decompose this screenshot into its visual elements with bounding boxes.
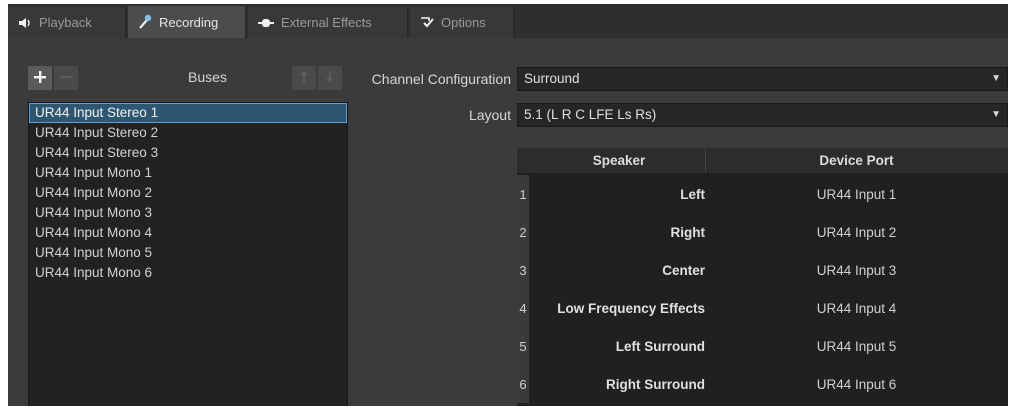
dropdown-arrow-icon: ▼: [991, 109, 1001, 120]
tab-playback-label: Playback: [39, 15, 92, 30]
tab-recording-label: Recording: [159, 14, 219, 30]
move-bus-up-button[interactable]: [292, 66, 316, 90]
bus-item-mono-4[interactable]: UR44 Input Mono 4: [29, 223, 347, 243]
channel-configuration-value: Surround: [524, 71, 580, 86]
speaker-name: Left: [680, 186, 705, 202]
arrow-up-icon: [299, 70, 309, 87]
tab-options-label: Options: [441, 15, 486, 30]
plug-icon: [258, 18, 274, 28]
bus-item-mono-1[interactable]: UR44 Input Mono 1: [29, 163, 347, 183]
bus-item-mono-3[interactable]: UR44 Input Mono 3: [29, 203, 347, 223]
table-row[interactable]: 1 Left UR44 Input 1: [517, 175, 1008, 213]
row-number: 5: [517, 327, 529, 365]
table-row[interactable]: 6 Right Surround UR44 Input 6: [517, 365, 1008, 403]
remove-bus-button[interactable]: [54, 66, 78, 90]
speaker-icon: [18, 17, 32, 29]
add-bus-button[interactable]: [28, 66, 52, 90]
table-header: Speaker Device Port: [517, 148, 1008, 173]
device-port[interactable]: UR44 Input 5: [705, 327, 1008, 365]
arrow-down-icon: [325, 70, 335, 87]
tab-external-effects[interactable]: External Effects: [248, 7, 408, 38]
channel-configuration-dropdown[interactable]: Surround ▼: [517, 67, 1008, 91]
device-port-column-header[interactable]: Device Port: [705, 148, 1008, 173]
tab-bar: Playback Recording External Effects Opti…: [8, 4, 1008, 38]
buses-label: Buses: [188, 69, 227, 85]
bus-item-mono-5[interactable]: UR44 Input Mono 5: [29, 243, 347, 263]
row-number: 1: [517, 175, 529, 213]
checkmark-icon: [420, 16, 434, 29]
layout-value: 5.1 (L R C LFE Ls Rs): [524, 107, 657, 122]
row-number: 3: [517, 251, 529, 289]
speaker-name: Left Surround: [615, 338, 705, 354]
plus-icon: [33, 70, 47, 87]
speaker-name: Right: [670, 224, 706, 240]
bus-item-stereo-1[interactable]: UR44 Input Stereo 1: [29, 103, 347, 123]
table-row[interactable]: 2 Right UR44 Input 2: [517, 213, 1008, 251]
table-row[interactable]: 4 Low Frequency Effects UR44 Input 4: [517, 289, 1008, 327]
row-number: 2: [517, 213, 529, 251]
bus-toolbar: Buses: [28, 66, 348, 92]
layout-label: Layout: [468, 107, 511, 123]
speaker-table: Speaker Device Port 1 Left UR44 Input 1 …: [517, 148, 1008, 406]
device-port[interactable]: UR44 Input 6: [705, 365, 1008, 403]
dropdown-arrow-icon: ▼: [991, 73, 1001, 84]
tab-playback[interactable]: Playback: [8, 7, 126, 38]
speaker-name: Center: [662, 262, 705, 278]
device-port[interactable]: UR44 Input 1: [705, 175, 1008, 213]
microphone-icon: [138, 14, 152, 30]
tab-external-effects-label: External Effects: [281, 15, 372, 30]
table-row[interactable]: 3 Center UR44 Input 3: [517, 251, 1008, 289]
bus-item-stereo-2[interactable]: UR44 Input Stereo 2: [29, 123, 347, 143]
layout-dropdown[interactable]: 5.1 (L R C LFE Ls Rs) ▼: [517, 103, 1008, 127]
tab-options[interactable]: Options: [410, 7, 514, 38]
device-port[interactable]: UR44 Input 3: [705, 251, 1008, 289]
row-number: 4: [517, 289, 529, 327]
minus-icon: [59, 70, 73, 87]
bus-list: UR44 Input Stereo 1 UR44 Input Stereo 2 …: [28, 102, 348, 406]
device-port[interactable]: UR44 Input 2: [705, 213, 1008, 251]
device-port[interactable]: UR44 Input 4: [705, 289, 1008, 327]
bus-item-mono-6[interactable]: UR44 Input Mono 6: [29, 263, 347, 283]
speaker-name: Low Frequency Effects: [557, 300, 705, 316]
tab-recording[interactable]: Recording: [128, 6, 246, 38]
channel-configuration-label: Channel Configuration: [371, 71, 511, 87]
speaker-name: Right Surround: [606, 376, 705, 392]
row-number: 6: [517, 365, 529, 403]
bus-item-stereo-3[interactable]: UR44 Input Stereo 3: [29, 143, 347, 163]
recording-settings-window: Playback Recording External Effects Opti…: [8, 4, 1008, 406]
speaker-column-header[interactable]: Speaker: [533, 148, 706, 173]
table-row[interactable]: 5 Left Surround UR44 Input 5: [517, 327, 1008, 365]
move-bus-down-button[interactable]: [318, 66, 342, 90]
bus-item-mono-2[interactable]: UR44 Input Mono 2: [29, 183, 347, 203]
